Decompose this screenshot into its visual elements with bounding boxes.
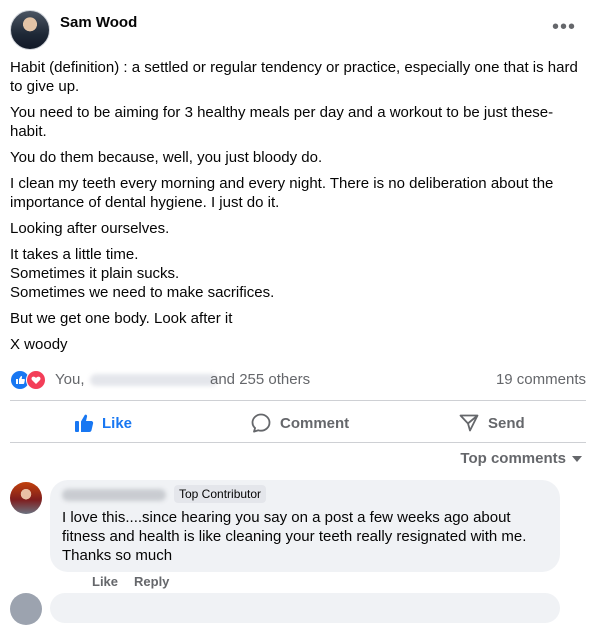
caret-down-icon <box>572 455 582 462</box>
post-paragraph: You do them because, well, you just bloo… <box>10 149 323 166</box>
next-commenter-avatar[interactable] <box>10 593 42 625</box>
comment-button[interactable]: Comment <box>250 406 349 440</box>
comment-like-link[interactable]: Like <box>92 574 118 589</box>
post-paragraph: X woody <box>10 336 68 353</box>
reactions-you[interactable]: You, <box>55 371 84 388</box>
post-paragraph: Sometimes we need to make sacrifices. <box>10 284 275 301</box>
comment-bubble-icon <box>251 413 271 433</box>
divider <box>10 442 586 443</box>
comment-label: Comment <box>280 414 350 432</box>
comments-sort-dropdown[interactable]: Top comments <box>460 450 582 467</box>
reactions-others[interactable]: and 255 others <box>210 371 310 388</box>
reaction-icons[interactable] <box>10 370 48 390</box>
redacted-name <box>90 374 218 386</box>
more-icon[interactable]: ••• <box>552 16 576 39</box>
heart-reaction-icon <box>26 370 46 390</box>
author-name[interactable]: Sam Wood <box>60 14 137 31</box>
sort-label: Top comments <box>460 450 566 467</box>
post-paragraph: But we get one body. Look after it <box>10 310 233 327</box>
redacted-commenter-name[interactable] <box>62 489 166 501</box>
reactions-summary: You, and 255 others 19 comments <box>10 370 586 390</box>
post-header: Sam Wood ••• <box>10 10 590 54</box>
comment-reply-link[interactable]: Reply <box>134 574 169 589</box>
post-line: It takes a little time. <box>10 246 139 263</box>
comment-text: I love this....since hearing you say on … <box>62 509 527 564</box>
thumbs-up-icon <box>75 414 94 432</box>
like-button[interactable]: Like <box>74 406 132 440</box>
send-label: Send <box>488 414 525 432</box>
commenter-avatar[interactable] <box>10 482 42 514</box>
post-line: Sometimes it plain sucks. <box>10 265 180 282</box>
post-body: Habit (definition) : a settled or regula… <box>10 58 585 361</box>
author-avatar[interactable] <box>10 10 50 50</box>
top-contributor-badge: Top Contributor <box>174 485 267 503</box>
comment-actions: Like Reply <box>92 574 169 589</box>
post-paragraph: Looking after ourselves. <box>10 220 170 237</box>
divider <box>10 400 586 401</box>
post-actions: Like Comment Send <box>10 406 586 440</box>
like-label: Like <box>102 414 133 432</box>
post-paragraph: You need to be aiming for 3 healthy meal… <box>10 104 554 140</box>
next-comment-bubble <box>50 593 560 623</box>
post-paragraph: Habit (definition) : a settled or regula… <box>10 59 578 95</box>
comments-count-link[interactable]: 19 comments <box>496 371 586 388</box>
comment-bubble: Top Contributor I love this....since hea… <box>50 480 560 572</box>
send-button[interactable]: Send <box>458 406 525 440</box>
post-paragraph: I clean my teeth every morning and every… <box>10 175 554 211</box>
send-icon <box>459 414 479 432</box>
